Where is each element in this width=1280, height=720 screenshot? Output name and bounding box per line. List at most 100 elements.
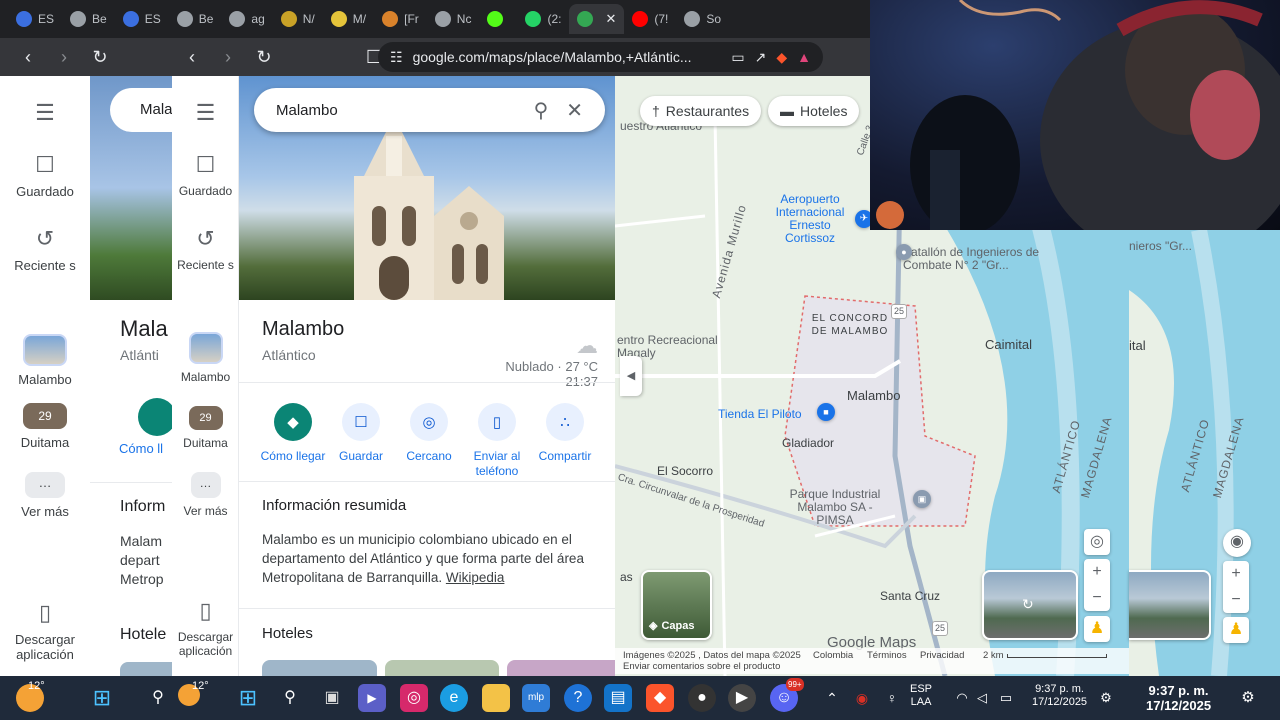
brave-rewards-icon[interactable]: ▲ bbox=[797, 49, 811, 65]
hotel-photo[interactable] bbox=[507, 660, 615, 676]
directions-button[interactable]: ◆ Cómo llegar bbox=[259, 397, 327, 464]
browser-tab[interactable]: Nc bbox=[427, 4, 480, 34]
search-icon[interactable]: ⚲ bbox=[534, 98, 549, 123]
meet-icon[interactable]: ▶ bbox=[358, 684, 386, 712]
site-info-icon[interactable]: ☷ bbox=[390, 49, 403, 66]
recents-button[interactable]: ↺ Reciente s bbox=[0, 226, 90, 273]
clock-2[interactable]: 9:37 p. m. 17/12/2025 bbox=[1146, 683, 1211, 713]
browser-tab[interactable]: ✕ bbox=[569, 4, 625, 34]
clock[interactable]: 9:37 p. m. 17/12/2025 bbox=[1032, 683, 1087, 709]
battery-icon[interactable]: ▭ bbox=[992, 684, 1020, 712]
address-bar[interactable]: ☷ google.com/maps/place/Malambo,+Atlánti… bbox=[378, 42, 823, 72]
zoom-in-button[interactable]: + bbox=[1223, 561, 1249, 587]
feedback-link[interactable]: Enviar comentarios sobre el producto bbox=[623, 661, 780, 672]
scale-bar[interactable]: 2 km bbox=[983, 650, 1004, 661]
link-privacy[interactable]: Privacidad bbox=[920, 650, 964, 661]
reload-button-2[interactable]: ↻ bbox=[246, 47, 282, 68]
browser-tab[interactable]: (7! bbox=[624, 4, 676, 34]
browser-tab[interactable]: ES bbox=[8, 4, 62, 34]
task-view-icon[interactable]: ▣ bbox=[318, 684, 346, 712]
edge-icon[interactable]: e bbox=[440, 684, 468, 712]
more-button[interactable]: … Ver más bbox=[172, 472, 239, 518]
send-to-phone-button[interactable]: ▯ Enviar al teléfono bbox=[463, 397, 531, 479]
browser-tab[interactable]: Be bbox=[62, 4, 115, 34]
media-player-icon[interactable]: ▶ bbox=[728, 684, 756, 712]
search-icon-2[interactable]: ⚲ bbox=[276, 684, 304, 712]
brave-icon[interactable]: ◆ bbox=[646, 684, 674, 712]
browser-tab[interactable]: N/ bbox=[273, 4, 323, 34]
help-icon[interactable]: ? bbox=[564, 684, 592, 712]
saved-button[interactable]: ☐ Guardado bbox=[0, 152, 90, 199]
recent-place-malambo[interactable]: Malambo bbox=[172, 332, 239, 384]
place-photo[interactable]: Malambo ⚲ ✕ bbox=[239, 76, 615, 300]
share-button[interactable]: ∴ Compartir bbox=[531, 397, 599, 464]
ghost-directions-icon[interactable] bbox=[138, 398, 172, 436]
close-icon[interactable]: ✕ bbox=[566, 98, 583, 123]
recent-place-malambo[interactable]: Malambo bbox=[0, 334, 90, 387]
collapse-panel-button[interactable]: ◀ bbox=[620, 356, 642, 396]
search-box[interactable]: Malambo ⚲ ✕ bbox=[254, 88, 605, 132]
zoom-out-button[interactable]: − bbox=[1084, 585, 1110, 611]
browser-tab[interactable] bbox=[479, 4, 517, 34]
browser-tab[interactable]: ag bbox=[221, 4, 272, 34]
recents-button[interactable]: ↺ Reciente s bbox=[172, 226, 239, 272]
layers-button[interactable]: ◈ Capas bbox=[641, 570, 712, 640]
chevron-up-icon[interactable]: ⌃ bbox=[818, 684, 846, 712]
download-app-button[interactable]: ▯ Descargar aplicación bbox=[172, 598, 239, 658]
industry-marker-icon[interactable]: ▣ bbox=[913, 490, 931, 508]
chip-restaurants[interactable]: † Restaurantes bbox=[640, 96, 762, 126]
pegman-icon[interactable]: ♟ bbox=[1223, 617, 1249, 643]
link-colombia[interactable]: Colombia bbox=[813, 650, 853, 661]
place-marker-icon[interactable]: ● bbox=[896, 244, 912, 260]
back-button[interactable]: ‹ bbox=[10, 47, 46, 68]
shop-marker-icon[interactable]: ■ bbox=[817, 403, 835, 421]
notification-icon-2[interactable]: ⚙ bbox=[1234, 684, 1262, 712]
hotel-carousel[interactable] bbox=[262, 660, 615, 676]
windows-start-icon[interactable]: ⊞ bbox=[88, 684, 116, 712]
browser-tab[interactable]: So bbox=[676, 4, 729, 34]
more-button[interactable]: … Ver más bbox=[0, 472, 90, 519]
eye-icon[interactable]: ◉ bbox=[1223, 529, 1251, 557]
pegman-icon[interactable]: ♟ bbox=[1084, 616, 1110, 642]
map-label-battalion[interactable]: Batallón de Ingenieros de Combate N° 2 "… bbox=[903, 246, 1063, 272]
mlp-app-icon[interactable]: mlp bbox=[522, 684, 550, 712]
zoom-out-button[interactable]: − bbox=[1223, 587, 1249, 613]
nearby-button[interactable]: ◎ Cercano bbox=[395, 397, 463, 464]
menu-button[interactable]: ☰ bbox=[172, 100, 239, 132]
reload-button[interactable]: ↻ bbox=[82, 47, 118, 68]
windows-start-icon-2[interactable]: ⊞ bbox=[234, 684, 262, 712]
chip-hotels[interactable]: ▬ Hoteles bbox=[768, 96, 860, 126]
cast-icon[interactable]: ▭ bbox=[731, 49, 744, 66]
save-button[interactable]: ☐ Guardar bbox=[327, 397, 395, 464]
browser-tab[interactable]: ES bbox=[115, 4, 169, 34]
wikipedia-link[interactable]: Wikipedia bbox=[446, 570, 505, 585]
hotel-photo[interactable] bbox=[384, 660, 500, 676]
obs-icon[interactable]: ● bbox=[688, 684, 716, 712]
browser-tab[interactable]: M/ bbox=[323, 4, 374, 34]
share-icon[interactable]: ↗ bbox=[755, 49, 767, 66]
my-location-button[interactable]: ◎ bbox=[1084, 529, 1110, 555]
recent-place-duitama[interactable]: 29 Duitama bbox=[172, 406, 239, 450]
search-input[interactable]: Malambo bbox=[276, 102, 516, 119]
microphone-icon[interactable]: ♀ bbox=[878, 684, 906, 712]
language-indicator[interactable]: ESP LAA bbox=[910, 683, 932, 709]
link-terms[interactable]: Términos bbox=[867, 650, 907, 661]
close-tab-icon[interactable]: ✕ bbox=[605, 11, 616, 27]
file-explorer-icon[interactable] bbox=[482, 684, 510, 712]
instagram-icon[interactable]: ◎ bbox=[400, 684, 428, 712]
saved-button[interactable]: ☐ Guardado bbox=[172, 152, 239, 198]
search-icon[interactable]: ⚲ bbox=[144, 684, 172, 712]
zoom-in-button[interactable]: + bbox=[1084, 559, 1110, 585]
notification-icon[interactable]: ⚙ bbox=[1092, 684, 1120, 712]
menu-icon[interactable]: ☰ bbox=[0, 100, 90, 132]
browser-tab[interactable]: [Fr bbox=[374, 4, 427, 34]
download-app-button[interactable]: ▯ Descargar aplicación bbox=[0, 600, 90, 662]
browser-tab[interactable]: Be bbox=[169, 4, 222, 34]
map-label-airport[interactable]: Aeropuerto Internacional Ernesto Cortiss… bbox=[765, 193, 855, 245]
hotel-photo[interactable] bbox=[262, 660, 377, 676]
brave-shield-icon[interactable]: ◆ bbox=[776, 49, 787, 66]
map-label-tienda[interactable]: Tienda El Piloto bbox=[718, 408, 802, 421]
street-view-thumbnail-dup[interactable] bbox=[1129, 570, 1211, 640]
forward-button[interactable]: › bbox=[46, 47, 82, 68]
street-view-thumbnail[interactable]: ↻ bbox=[982, 570, 1078, 640]
